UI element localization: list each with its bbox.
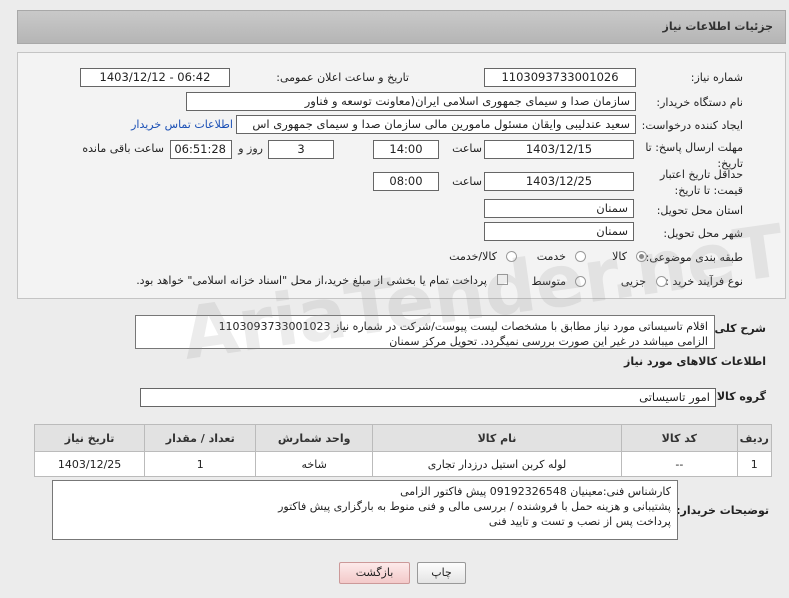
city-label: شهر محل تحویل: [663,227,743,240]
category-goods-service-radio[interactable] [506,251,517,262]
col-qty-header: تعداد / مقدار [144,424,257,452]
announce-label: تاریخ و ساعت اعلان عمومی: [276,71,409,84]
process-medium-label: متوسط [531,275,566,288]
category-label: طبقه بندی موضوعی: [645,251,743,264]
days-label: روز و [238,142,263,155]
creator-label: ایجاد کننده درخواست: [641,119,743,132]
cell-code: -- [621,451,738,477]
buyer-notes-label: توضیحات خریدار: [676,504,769,517]
summary-text-box[interactable]: اقلام تاسیساتی مورد نیاز مطابق با مشخصات… [135,315,715,349]
goods-section-title: اطلاعات کالاهای مورد نیاز [624,355,766,368]
deadline-time-field[interactable]: 14:00 [373,140,439,159]
buyer-org-label: نام دستگاه خریدار: [656,96,743,109]
col-row-header: ردیف [736,424,773,452]
goods-table-header: ردیف کد کالا نام کالا واحد شمارش تعداد /… [33,424,773,452]
col-date-header: تاریخ نیاز [33,424,146,452]
remaining-label: ساعت باقی مانده [82,142,164,155]
validity-time-field[interactable]: 08:00 [373,172,439,191]
goods-group-label: گروه کالا: [712,390,766,403]
cell-unit: شاخه [255,451,373,477]
col-code-header: کد کالا [621,424,738,452]
days-field[interactable]: 3 [268,140,334,159]
process-minor-radio[interactable] [656,276,667,287]
province-field[interactable]: سمنان [484,199,634,218]
cell-name: لوله کربن استیل درزدار تجاری [371,451,623,477]
deadline-time-label: ساعت [452,142,482,155]
category-goods-service-label: کالا/خدمت [449,250,497,263]
validity-label: حداقل تاریخ اعتبار قیمت: تا تاریخ: [659,168,743,197]
goods-group-field[interactable]: امور تاسیساتی [140,388,716,407]
creator-field[interactable]: سعید عندلیبی وایقان مسئول مامورین مالی س… [236,115,636,134]
treasury-payment-checkbox[interactable] [497,274,508,285]
buyer-notes-line-2: پشتیبانی و هزینه حمل با فروشنده / بررسی … [278,500,671,513]
table-row[interactable]: 1 -- لوله کربن استیل درزدار تجاری شاخه 1… [33,451,773,477]
process-minor-label: جزیی [620,275,646,288]
buyer-org-field[interactable]: سازمان صدا و سیمای جمهوری اسلامی ایران(م… [186,92,636,111]
need-number-field[interactable]: 1103093733001026 [484,68,636,87]
category-goods-label: کالا [612,250,627,263]
summary-line-2: الزامی میباشد در غیر این صورت بررسی نمیگ… [389,335,708,348]
process-medium-radio[interactable] [575,276,586,287]
category-service-label: خدمت [536,250,566,263]
province-label: استان محل تحویل: [656,204,743,217]
deadline-date-field[interactable]: 1403/12/15 [484,140,634,159]
announce-field[interactable]: 1403/12/12 - 06:42 [80,68,230,87]
cell-row: 1 [736,451,773,477]
back-button[interactable]: بازگشت [339,562,410,584]
remaining-time-field[interactable]: 06:51:28 [170,140,232,159]
summary-line-1: اقلام تاسیساتی مورد نیاز مطابق با مشخصات… [218,320,708,333]
contact-info-link[interactable]: اطلاعات تماس خریدار [131,118,233,131]
category-goods-radio[interactable] [636,251,647,262]
need-number-label: شماره نیاز: [690,71,743,84]
buyer-notes-line-1: کارشناس فنی:معینیان 09192326548 پیش فاکت… [400,485,671,498]
treasury-payment-note: پرداخت تمام یا بخشی از مبلغ خرید،از محل … [136,274,487,287]
col-unit-header: واحد شمارش [255,424,373,452]
goods-table: ردیف کد کالا نام کالا واحد شمارش تعداد /… [33,424,773,477]
validity-time-label: ساعت [452,175,482,188]
validity-date-field[interactable]: 1403/12/25 [484,172,634,191]
buyer-notes-line-3: پرداخت پس از نصب و تست و تایید فنی [488,515,671,528]
page-header: جزئیات اطلاعات نیاز [17,10,786,44]
cell-qty: 1 [144,451,257,477]
col-name-header: نام کالا [371,424,623,452]
buyer-notes-box[interactable]: کارشناس فنی:معینیان 09192326548 پیش فاکت… [52,480,678,540]
page-title: جزئیات اطلاعات نیاز [662,20,774,33]
print-button[interactable]: چاپ [417,562,466,584]
category-service-radio[interactable] [575,251,586,262]
cell-date: 1403/12/25 [33,451,146,477]
process-label: نوع فرآیند خرید : [665,275,743,288]
city-field[interactable]: سمنان [484,222,634,241]
